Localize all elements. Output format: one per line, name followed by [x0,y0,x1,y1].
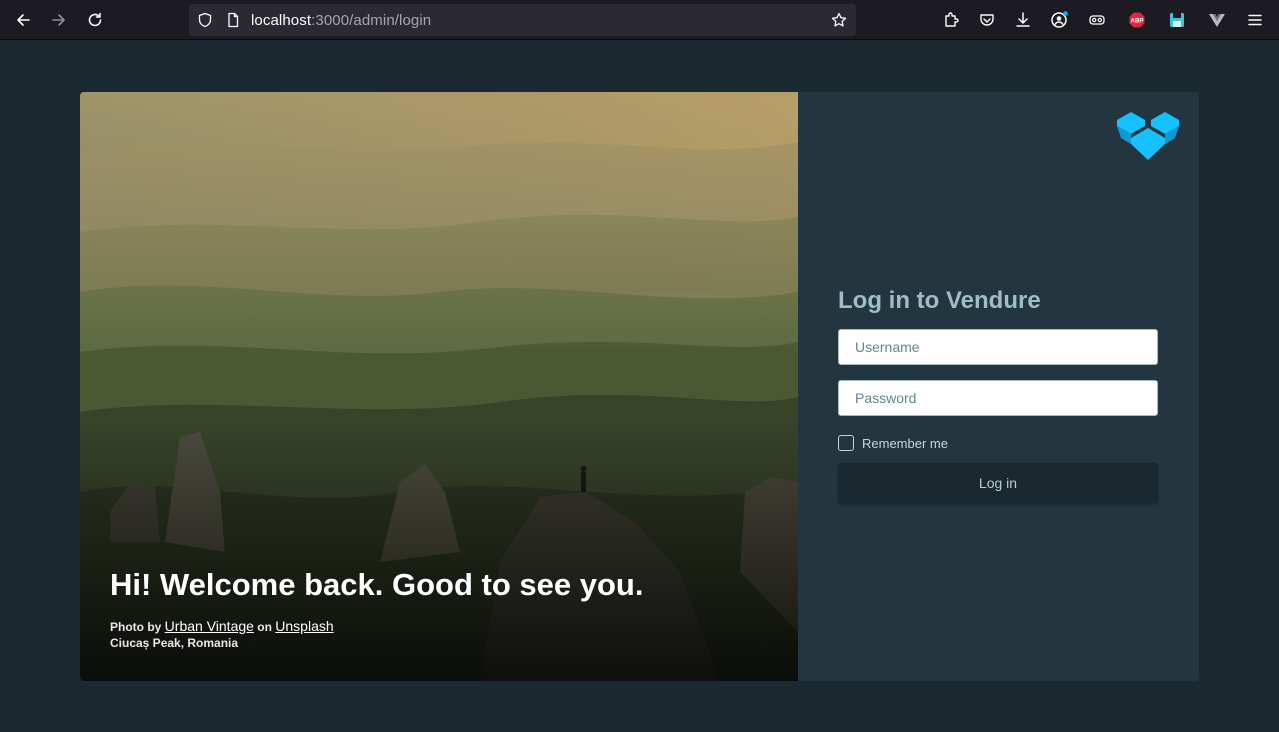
address-bar[interactable]: localhost:3000/admin/login [189,4,856,36]
reload-button[interactable] [81,6,109,34]
back-button[interactable] [9,6,37,34]
vendure-logo-icon [1117,112,1179,160]
login-title: Log in to Vendure [838,287,1041,314]
extensions-button[interactable] [937,6,965,34]
url-host: localhost [251,12,312,29]
url-path: :3000/admin/login [311,12,432,29]
forward-button[interactable] [45,6,73,34]
hamburger-menu-icon [1248,14,1262,26]
arrow-right-icon [52,14,65,26]
account-button[interactable] [1045,6,1073,34]
login-button[interactable]: Log in [838,463,1158,503]
menu-button[interactable] [1241,6,1269,34]
photographer-link[interactable]: Urban Vintage [165,618,254,634]
username-input[interactable] [838,329,1158,365]
login-panel: Log in to Vendure Remember me Log in [798,92,1199,681]
floppy-disk-icon [1170,13,1184,27]
page: Hi! Welcome back. Good to see you. Photo… [0,40,1279,732]
remember-label: Remember me [862,435,948,451]
downloads-button[interactable] [1009,6,1037,34]
pocket-icon [980,14,994,26]
photo-credit: Photo by Urban Vintage on Unsplash [110,618,334,634]
browser-toolbar: localhost:3000/admin/login ABP [0,0,1279,40]
reload-icon [88,12,102,27]
page-icon[interactable] [224,11,242,29]
glasses-icon [1089,15,1105,25]
url-text[interactable]: localhost:3000/admin/login [251,12,431,29]
download-icon [1016,12,1030,27]
vue-devtools-button[interactable] [1203,6,1231,34]
adblock-button[interactable]: ABP [1123,6,1151,34]
puzzle-icon [945,12,959,27]
bookmark-star-icon[interactable] [830,11,848,29]
pocket-button[interactable] [973,6,1001,34]
save-extension-button[interactable] [1163,6,1191,34]
adblock-icon: ABP [1129,12,1145,28]
reader-extension-button[interactable] [1083,6,1111,34]
arrow-left-icon [17,14,30,26]
login-card: Hi! Welcome back. Good to see you. Photo… [80,92,1199,681]
shield-icon[interactable] [196,11,214,29]
welcome-heading: Hi! Welcome back. Good to see you. [110,567,644,602]
unsplash-link[interactable]: Unsplash [275,618,333,634]
remember-checkbox[interactable] [838,435,854,451]
remember-me[interactable]: Remember me [838,435,948,451]
credit-on: on [257,620,272,634]
svg-text:ABP: ABP [1130,17,1143,24]
password-input[interactable] [838,380,1158,416]
credit-prefix: Photo by [110,620,162,634]
photo-location: Ciucaș Peak, Romania [110,636,239,650]
account-icon [1051,11,1068,28]
vue-icon [1209,14,1225,27]
hero-image: Hi! Welcome back. Good to see you. Photo… [80,92,798,681]
